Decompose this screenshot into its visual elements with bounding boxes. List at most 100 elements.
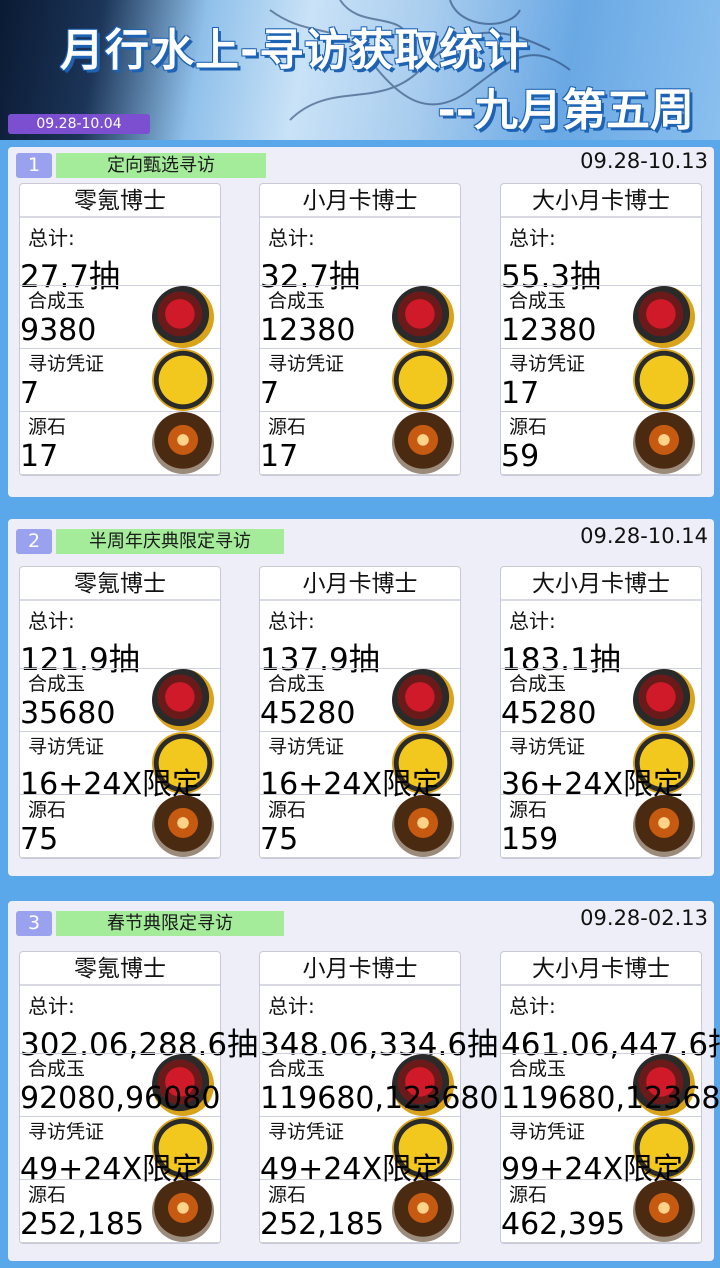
orundum-value: 9380 <box>20 313 97 348</box>
card-title: 小月卡博士 <box>260 952 460 986</box>
originite-prime-icon <box>633 412 695 474</box>
orundum-icon <box>152 669 214 731</box>
orundum-value: 12380 <box>260 313 356 348</box>
orundum-label: 合成玉 <box>509 673 567 695</box>
section-spring-festival-limited-headhunting: 3 春节典限定寻访 09.28-02.13 零氪博士 总计: 302.06,288.… <box>8 901 720 1261</box>
orundum-label: 合成玉 <box>268 1058 326 1080</box>
stone-row: 源石 159 <box>501 795 701 858</box>
section-name: 定向甄选寻访 <box>56 153 266 178</box>
card-title: 零氪博士 <box>20 952 220 986</box>
stone-label: 源石 <box>28 416 67 438</box>
orundum-label: 合成玉 <box>268 290 326 312</box>
orundum-label: 合成玉 <box>28 1058 86 1080</box>
orundum-row: 合成玉 12380 <box>260 286 460 349</box>
card-title: 大小月卡博士 <box>501 952 701 986</box>
divider <box>260 1242 460 1243</box>
orundum-value: 119680,123680 <box>501 1081 720 1116</box>
permit-row: 寻访凭证 16+24X限定 <box>260 732 460 802</box>
card-title: 小月卡博士 <box>260 184 460 218</box>
permit-row: 寻访凭证 16+24X限定 <box>20 732 220 802</box>
divider <box>501 474 701 475</box>
orundum-row: 合成玉 119680,123680 <box>501 1054 720 1117</box>
card-title: 零氪博士 <box>20 184 220 218</box>
orundum-icon <box>152 286 214 348</box>
stone-row: 源石 17 <box>260 412 460 475</box>
permit-value: 17 <box>501 376 540 411</box>
originite-prime-icon <box>633 795 695 857</box>
orundum-value: 35680 <box>20 696 116 731</box>
stat-card: 大小月卡博士 总计: 55.3抽 合成玉 12380 寻访凭证 17 源石 59 <box>500 183 702 476</box>
section-date: 09.28-02.13 <box>580 906 708 930</box>
permit-row: 寻访凭证 7 <box>20 349 220 412</box>
originite-prime-icon <box>152 412 214 474</box>
originite-prime-icon <box>392 795 454 857</box>
permit-label: 寻访凭证 <box>28 736 105 758</box>
total-label: 总计: <box>509 226 556 250</box>
orundum-icon <box>633 669 695 731</box>
total-label: 总计: <box>268 994 315 1018</box>
section-anniversary-limited-headhunting: 2 半周年庆典限定寻访 09.28-10.14 零氪博士 总计: 121.9抽 合成玉… <box>8 519 714 876</box>
permit-value: 7 <box>20 376 40 411</box>
orundum-row: 合成玉 45280 <box>260 669 460 732</box>
orundum-value: 12380 <box>501 313 597 348</box>
permit-label: 寻访凭证 <box>509 1121 586 1143</box>
stone-row: 源石 59 <box>501 412 701 475</box>
stat-card: 小月卡博士 总计: 137.9抽 合成玉 45280 寻访凭证 16+24X限定 源石 75 <box>259 566 461 859</box>
permit-label: 寻访凭证 <box>28 1121 105 1143</box>
originite-prime-icon <box>633 1180 695 1242</box>
stone-row: 源石 75 <box>260 795 460 858</box>
orundum-label: 合成玉 <box>509 1058 567 1080</box>
permit-label: 寻访凭证 <box>268 353 345 375</box>
orundum-label: 合成玉 <box>28 290 86 312</box>
originite-prime-icon <box>392 412 454 474</box>
orundum-icon <box>633 286 695 348</box>
divider <box>260 857 460 858</box>
stone-row: 源石 75 <box>20 795 220 858</box>
stone-row: 源石 252,185 <box>260 1180 460 1243</box>
permit-value: 49+24X限定 <box>260 1152 443 1187</box>
stat-card: 零氪博士 总计: 302.06,288.6抽 合成玉 92080,96080 寻访凭证 49… <box>19 951 258 1244</box>
week-date-badge: 09.28-10.04 <box>8 114 150 134</box>
divider <box>501 1242 701 1243</box>
section-number: 2 <box>16 529 52 554</box>
orundum-value: 45280 <box>260 696 356 731</box>
stat-card: 小月卡博士 总计: 32.7抽 合成玉 12380 寻访凭证 7 源石 17 <box>259 183 461 476</box>
stone-value: 252,185 <box>20 1207 145 1242</box>
stone-value: 159 <box>501 822 559 857</box>
divider <box>20 474 220 475</box>
permit-label: 寻访凭证 <box>28 353 105 375</box>
card-title: 小月卡博士 <box>260 567 460 601</box>
permit-label: 寻访凭证 <box>268 736 345 758</box>
orundum-icon <box>392 669 454 731</box>
permit-label: 寻访凭证 <box>509 736 586 758</box>
orundum-row: 合成玉 92080,96080 <box>20 1054 220 1117</box>
stone-row: 源石 462,395 <box>501 1180 701 1243</box>
permit-row: 寻访凭证 17 <box>501 349 701 412</box>
permit-value: 7 <box>260 376 280 411</box>
permit-row: 寻访凭证 99+24X限定 <box>501 1117 701 1187</box>
section-number: 3 <box>16 911 52 936</box>
permit-row: 寻访凭证 36+24X限定 <box>501 732 701 802</box>
originite-prime-icon <box>152 1180 214 1242</box>
originite-prime-icon <box>152 795 214 857</box>
card-title: 零氪博士 <box>20 567 220 601</box>
total-label: 总计: <box>268 226 315 250</box>
orundum-row: 合成玉 119680,123680 <box>260 1054 499 1117</box>
orundum-label: 合成玉 <box>28 673 86 695</box>
stat-card: 大小月卡博士 总计: 183.1抽 合成玉 45280 寻访凭证 36+24X限定 源石 159 <box>500 566 702 859</box>
permit-label: 寻访凭证 <box>509 353 586 375</box>
stat-card: 大小月卡博士 总计: 461.06,447.6抽 合成玉 119680,123680 寻访… <box>500 951 720 1244</box>
page-title: 月行水上-寻访获取统计 <box>60 25 530 76</box>
stone-row: 源石 252,185 <box>20 1180 220 1243</box>
total-label: 总计: <box>28 609 75 633</box>
card-title: 大小月卡博士 <box>501 184 701 218</box>
headhunting-permit-icon <box>152 349 214 411</box>
stone-value: 17 <box>260 439 299 474</box>
orundum-row: 合成玉 45280 <box>501 669 701 732</box>
permit-value: 16+24X限定 <box>20 767 203 802</box>
stone-value: 462,395 <box>501 1207 626 1242</box>
orundum-row: 合成玉 35680 <box>20 669 220 732</box>
orundum-icon <box>392 286 454 348</box>
stone-row: 源石 17 <box>20 412 220 475</box>
stone-value: 75 <box>20 822 59 857</box>
